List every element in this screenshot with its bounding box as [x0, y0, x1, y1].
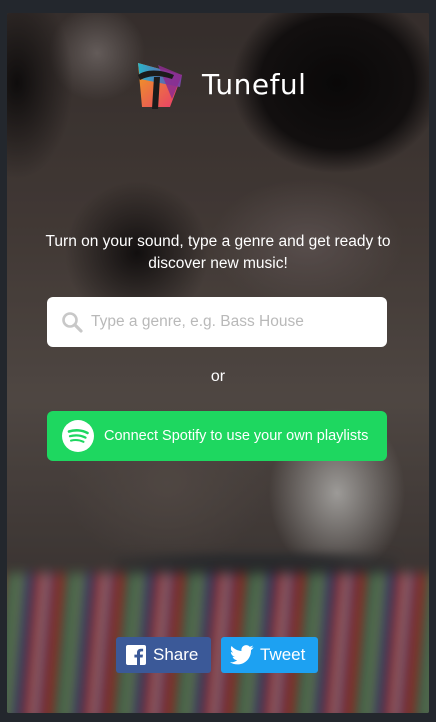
search-icon	[62, 312, 83, 333]
share-buttons: Share Tweet	[116, 637, 318, 673]
twitter-icon	[230, 645, 254, 665]
or-divider: or	[210, 368, 226, 385]
spotify-icon	[62, 420, 94, 452]
facebook-share-label: Share	[153, 645, 199, 664]
main-content: Tuneful Turn on your sound, type a genre…	[7, 13, 429, 713]
genre-search-input[interactable]	[91, 313, 371, 331]
twitter-tweet-button[interactable]: Tweet	[221, 637, 318, 673]
genre-search-box[interactable]	[47, 297, 387, 347]
facebook-share-button[interactable]: Share	[116, 637, 211, 673]
facebook-icon	[126, 645, 146, 665]
tagline: Turn on your sound, type a genre and get…	[45, 233, 391, 272]
twitter-tweet-label: Tweet	[260, 645, 306, 664]
tuneful-logo-icon	[138, 63, 182, 109]
brand-name: Tuneful	[202, 67, 307, 101]
brand-header: Tuneful	[130, 51, 306, 117]
app-frame: Tuneful Turn on your sound, type a genre…	[7, 13, 429, 713]
connect-spotify-button[interactable]: Connect Spotify to use your own playlist…	[47, 411, 387, 461]
connect-spotify-label: Connect Spotify to use your own playlist…	[104, 428, 369, 444]
